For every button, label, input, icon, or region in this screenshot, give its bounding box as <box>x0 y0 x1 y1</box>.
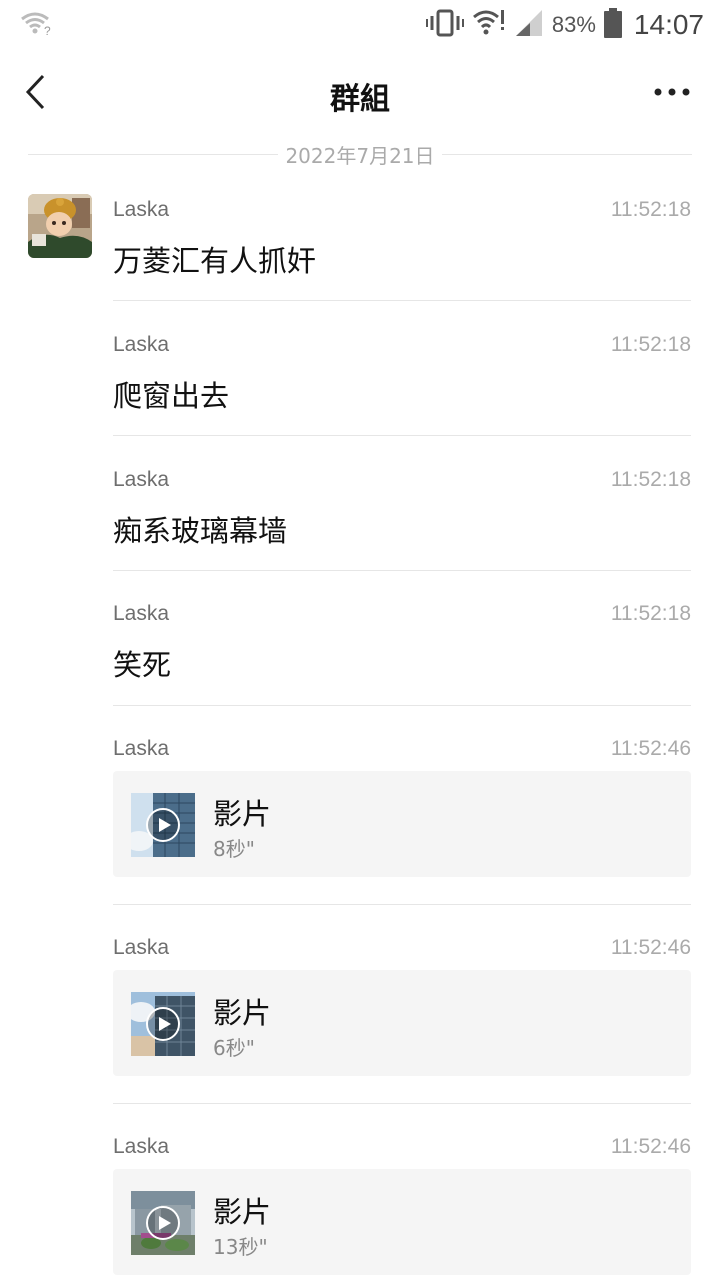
avatar[interactable] <box>28 194 92 258</box>
battery-percent: 83% <box>551 12 596 37</box>
sender-name: Laska <box>113 198 170 221</box>
video-message-card[interactable]: 影片 13秒" <box>113 1169 691 1275</box>
video-message-card[interactable]: 影片 6秒" <box>113 970 691 1076</box>
more-dots-icon <box>654 88 690 96</box>
divider <box>113 570 691 571</box>
signal-icon <box>514 8 544 42</box>
video-message-card[interactable]: 影片 8秒" <box>113 771 691 877</box>
status-time: 14:07 <box>633 9 704 40</box>
message-time: 11:52:46 <box>610 737 691 760</box>
date-separator: 2022年7月21日 <box>28 140 692 168</box>
message-time: 11:52:18 <box>610 468 691 491</box>
header: 群組 <box>0 60 720 124</box>
sender-name: Laska <box>113 333 170 356</box>
sender-name: Laska <box>113 737 170 760</box>
sender-name: Laska <box>113 1135 170 1158</box>
video-thumbnail <box>131 992 195 1056</box>
divider <box>442 154 692 155</box>
sender-name: Laska <box>113 602 170 625</box>
sender-name: Laska <box>113 468 170 491</box>
message-time: 11:52:18 <box>610 198 691 221</box>
message-item[interactable]: Laska 11:52:18 痴系玻璃幕墙 <box>113 468 691 572</box>
message-text: 万菱汇有人抓奸 <box>113 244 317 278</box>
sender-name: Laska <box>113 936 170 959</box>
video-duration: 13秒" <box>213 1235 268 1259</box>
wifi-alert-icon <box>472 8 506 42</box>
message-item[interactable]: Laska 11:52:18 笑死 <box>113 602 691 706</box>
message-item[interactable]: Laska 11:52:46 影片 6秒" <box>113 936 691 1104</box>
more-button[interactable] <box>652 76 696 108</box>
message-text: 笑死 <box>113 648 172 682</box>
message-time: 11:52:18 <box>610 333 691 356</box>
play-icon <box>146 1007 180 1041</box>
video-label: 影片 <box>213 996 272 1030</box>
svg-text:?: ? <box>44 24 51 38</box>
status-bar: ? 83% 14:07 <box>0 0 720 50</box>
message-text: 爬窗出去 <box>113 379 230 413</box>
video-thumbnail <box>131 1191 195 1255</box>
video-duration: 8秒" <box>213 837 255 861</box>
vibrate-icon <box>425 9 464 41</box>
message-time: 11:52:46 <box>610 936 691 959</box>
wifi-unknown-icon: ? <box>20 10 54 42</box>
message-time: 11:52:18 <box>610 602 691 625</box>
divider <box>113 435 691 436</box>
message-item[interactable]: Laska 11:52:46 影片 13秒" <box>113 1135 691 1280</box>
divider <box>113 300 691 301</box>
divider <box>113 1103 691 1104</box>
play-icon <box>146 808 180 842</box>
video-duration: 6秒" <box>213 1036 255 1060</box>
video-label: 影片 <box>213 1195 272 1229</box>
divider <box>113 904 691 905</box>
message-item[interactable]: Laska 11:52:18 万菱汇有人抓奸 <box>113 198 691 302</box>
message-text: 痴系玻璃幕墙 <box>113 514 288 548</box>
message-item[interactable]: Laska 11:52:18 爬窗出去 <box>113 333 691 437</box>
video-label: 影片 <box>213 797 272 831</box>
video-thumbnail <box>131 793 195 857</box>
divider <box>113 705 691 706</box>
page-title: 群組 <box>330 82 390 117</box>
play-icon <box>146 1206 180 1240</box>
message-item[interactable]: Laska 11:52:46 影片 8秒" <box>113 737 691 905</box>
battery-icon <box>603 8 622 42</box>
message-time: 11:52:46 <box>610 1135 691 1158</box>
